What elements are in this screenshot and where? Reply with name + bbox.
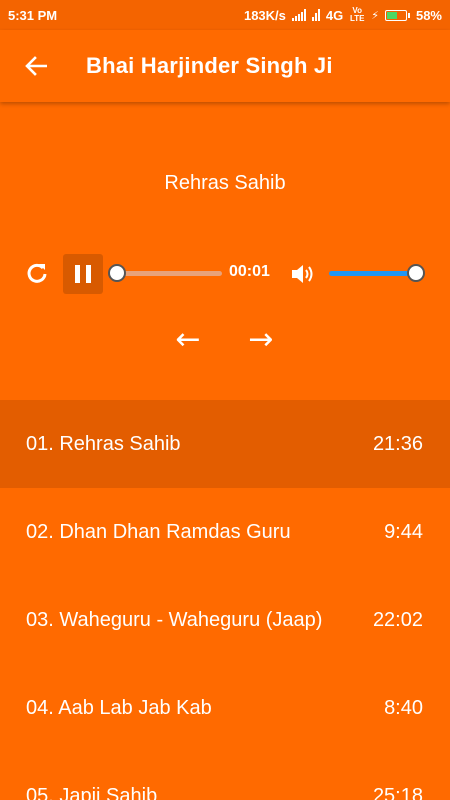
cell-signal-icon — [311, 9, 320, 21]
arrow-back-icon — [25, 56, 47, 76]
replay-icon — [27, 263, 47, 283]
wifi-signal-icon — [291, 9, 306, 21]
volume-thumb[interactable] — [407, 264, 425, 282]
player-controls: 00:01 — [0, 252, 450, 294]
seek-bar[interactable] — [116, 271, 222, 276]
status-bar: 5:31 PM 183K/s 4G Vo LTE ⚡ 58% — [0, 0, 450, 30]
seek-thumb[interactable] — [108, 264, 126, 282]
track-title: 03. Waheguru - Waheguru (Jaap) — [26, 608, 323, 631]
track-row[interactable]: 02. Dhan Dhan Ramdas Guru 9:44 — [0, 488, 450, 576]
back-button[interactable] — [16, 46, 56, 86]
track-duration: 9:44 — [384, 520, 423, 543]
pause-icon — [75, 265, 80, 283]
network-speed: 183K/s — [243, 7, 286, 23]
volume-button[interactable] — [290, 262, 316, 286]
status-time: 5:31 PM — [8, 7, 58, 23]
network-type: 4G — [325, 7, 344, 23]
track-navigation: ← → — [0, 322, 450, 358]
page-title: Bhai Harjinder Singh Ji — [86, 53, 333, 78]
track-duration: 21:36 — [372, 432, 423, 455]
app-bar: Bhai Harjinder Singh Ji — [0, 30, 450, 102]
status-indicators: 183K/s 4G Vo LTE ⚡ 58% — [244, 7, 442, 23]
replay-button[interactable] — [24, 260, 50, 286]
track-row[interactable]: 01. Rehras Sahib 21:36 — [0, 400, 450, 488]
charging-icon: ⚡ — [371, 9, 379, 22]
track-duration: 8:40 — [384, 696, 423, 719]
track-title: 05. Japji Sahib — [26, 784, 158, 800]
volume-slider[interactable] — [329, 271, 417, 276]
elapsed-time: 00:01 — [229, 263, 270, 280]
track-row[interactable]: 04. Aab Lab Jab Kab 8:40 — [0, 664, 450, 752]
now-playing-title: Rehras Sahib — [164, 172, 286, 194]
battery-percent: 58% — [415, 7, 442, 23]
battery-icon — [384, 9, 410, 21]
track-duration: 25:18 — [372, 784, 423, 800]
track-row[interactable]: 05. Japji Sahib 25:18 — [0, 752, 450, 800]
volte-badge: Vo LTE — [349, 6, 365, 23]
previous-track-button[interactable]: ← — [168, 322, 208, 358]
track-duration: 22:02 — [372, 608, 423, 631]
track-row[interactable]: 03. Waheguru - Waheguru (Jaap) 22:02 — [0, 576, 450, 664]
track-title: 02. Dhan Dhan Ramdas Guru — [26, 520, 291, 543]
next-track-button[interactable]: → — [241, 322, 281, 358]
volume-icon — [292, 265, 313, 283]
track-list: 01. Rehras Sahib 21:36 02. Dhan Dhan Ram… — [0, 400, 450, 800]
track-title: 04. Aab Lab Jab Kab — [26, 696, 212, 719]
track-title: 01. Rehras Sahib — [26, 432, 181, 455]
pause-button[interactable] — [63, 254, 103, 294]
battery-fill — [386, 11, 398, 19]
